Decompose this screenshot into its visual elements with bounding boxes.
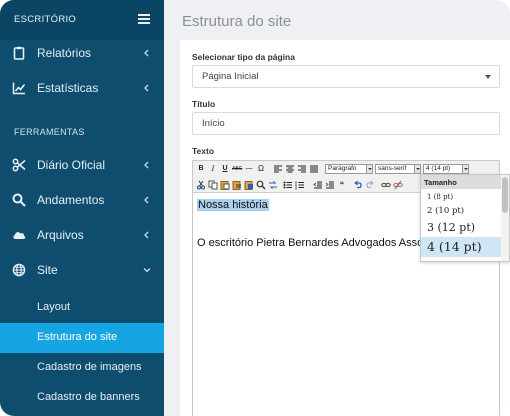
- sidebar-subitem-layout[interactable]: Layout: [0, 293, 164, 323]
- sidebar-subitem-label: Estrutura do site: [37, 331, 118, 343]
- horizontal-rule-icon[interactable]: —: [244, 164, 254, 174]
- dropdown-scrollbar[interactable]: [501, 175, 509, 261]
- section-title: FERRAMENTAS: [14, 127, 85, 137]
- select-arrow-icon: [462, 165, 468, 173]
- sidebar-item-site[interactable]: Site: [0, 253, 164, 287]
- scrollbar-thumb[interactable]: [502, 177, 508, 213]
- title-input[interactable]: Início: [192, 112, 500, 135]
- page-title: Estrutura do site: [182, 13, 292, 30]
- text-label: Texto: [192, 146, 215, 156]
- page-type-label: Selecionar tipo da página: [192, 52, 295, 62]
- sidebar-item-label: Diário Oficial: [37, 158, 106, 172]
- italic-icon[interactable]: I: [208, 164, 218, 174]
- page-type-select[interactable]: Página Inicial: [192, 65, 500, 88]
- chevron-left-icon: [144, 196, 149, 204]
- title-input-value: Início: [202, 118, 225, 129]
- sidebar-item-relatorios[interactable]: Relatórios: [0, 36, 164, 70]
- sidebar-subitem-label: Layout: [37, 301, 71, 313]
- globe-icon: [12, 263, 26, 277]
- size-option-label: 3 (12 pt): [427, 221, 476, 234]
- strikethrough-icon[interactable]: ABC: [232, 164, 242, 174]
- sidebar-subitem-label: Cadastro de banners: [37, 391, 140, 403]
- align-right-icon[interactable]: [297, 164, 307, 174]
- find-icon[interactable]: [256, 180, 266, 190]
- sidebar-item-arquivos[interactable]: Arquivos: [0, 218, 164, 252]
- underline-icon[interactable]: U: [220, 164, 230, 174]
- indent-icon[interactable]: [325, 180, 335, 190]
- bold-icon[interactable]: B: [196, 164, 206, 174]
- size-select[interactable]: 4 (14 pt): [423, 164, 469, 174]
- caret-down-icon: [485, 75, 491, 79]
- sidebar-subitem-cadastro-de-imagens[interactable]: Cadastro de imagens: [0, 353, 164, 383]
- copy-icon[interactable]: [208, 180, 218, 190]
- size-option-2[interactable]: 2 (10 pt): [421, 204, 502, 219]
- redo-icon[interactable]: [365, 180, 375, 190]
- title-label: Título: [192, 99, 216, 109]
- select-arrow-icon: [414, 165, 420, 173]
- sidebar-subitem-cadastro-de-banners[interactable]: Cadastro de banners: [0, 383, 164, 413]
- sidebar-subitem-estrutura-do-site[interactable]: Estrutura do site: [0, 323, 164, 353]
- font-select-value: sans-serif: [378, 165, 407, 172]
- menu-toggle-icon[interactable]: [138, 14, 150, 24]
- replace-icon[interactable]: [268, 180, 278, 190]
- numbered-list-icon[interactable]: [295, 180, 305, 190]
- chevron-left-icon: [144, 161, 149, 169]
- link-icon[interactable]: [381, 180, 391, 190]
- size-select-value: 4 (14 pt): [426, 165, 451, 172]
- chevron-left-icon: [144, 49, 149, 57]
- size-option-label: 1 (8 pt): [427, 193, 454, 201]
- blockquote-icon[interactable]: “: [337, 180, 347, 190]
- page-type-value: Página Inicial: [202, 71, 259, 82]
- sidebar-item-label: Estatísticas: [37, 81, 99, 95]
- size-option-label: 2 (10 pt): [427, 206, 465, 216]
- size-option-3[interactable]: 3 (12 pt): [421, 219, 502, 237]
- undo-icon[interactable]: [353, 180, 363, 190]
- paste-word-icon[interactable]: [244, 180, 254, 190]
- content-paragraph: O escritório Pietra Bernardes Advogados …: [197, 237, 456, 249]
- sidebar-item-andamentos[interactable]: Andamentos: [0, 183, 164, 217]
- format-select[interactable]: Parágrafo: [325, 164, 373, 174]
- sidebar-header: ESCRITÓRIO: [0, 0, 164, 40]
- font-select[interactable]: sans-serif: [375, 164, 421, 174]
- align-justify-icon[interactable]: [309, 164, 319, 174]
- bullet-list-icon[interactable]: [283, 180, 293, 190]
- scissors-icon: [12, 158, 26, 172]
- align-center-icon[interactable]: [285, 164, 295, 174]
- clipboard-icon: [13, 46, 25, 60]
- font-size-dropdown: Tamanho 1 (8 pt) 2 (10 pt) 3 (12 pt) 4 (…: [420, 174, 510, 262]
- cut-icon[interactable]: [196, 180, 206, 190]
- size-option-4[interactable]: 4 (14 pt): [421, 237, 502, 257]
- special-char-icon[interactable]: Ω: [256, 164, 266, 174]
- search-icon: [12, 193, 26, 207]
- sidebar-subitem-label: Cadastro de imagens: [37, 361, 142, 373]
- cloud-icon: [13, 232, 26, 239]
- chevron-left-icon: [144, 84, 149, 92]
- content-heading: Nossa história: [197, 199, 269, 211]
- size-option-label: 4 (14 pt): [427, 239, 482, 254]
- sidebar: ESCRITÓRIO Relatórios Estatísticas FERRA…: [0, 0, 164, 416]
- format-select-value: Parágrafo: [328, 165, 357, 172]
- select-arrow-icon: [366, 165, 372, 173]
- align-left-icon[interactable]: [273, 164, 283, 174]
- app-window: ESCRITÓRIO Relatórios Estatísticas FERRA…: [0, 0, 510, 416]
- chevron-left-icon: [144, 231, 149, 239]
- line-chart-icon: [12, 82, 26, 95]
- paste-text-icon[interactable]: [232, 180, 242, 190]
- sidebar-item-label: Arquivos: [37, 228, 84, 242]
- unlink-icon[interactable]: [393, 180, 403, 190]
- outdent-icon[interactable]: [313, 180, 323, 190]
- brand-title: ESCRITÓRIO: [14, 14, 77, 25]
- dropdown-header: Tamanho: [421, 175, 509, 189]
- sidebar-item-estatisticas[interactable]: Estatísticas: [0, 71, 164, 105]
- chevron-down-icon: [143, 268, 151, 273]
- sidebar-item-diario-oficial[interactable]: Diário Oficial: [0, 148, 164, 182]
- sidebar-item-label: Andamentos: [37, 193, 105, 207]
- paste-icon[interactable]: [220, 180, 230, 190]
- sidebar-item-label: Relatórios: [37, 46, 92, 60]
- size-option-1[interactable]: 1 (8 pt): [421, 190, 502, 204]
- sidebar-item-label: Site: [37, 263, 58, 277]
